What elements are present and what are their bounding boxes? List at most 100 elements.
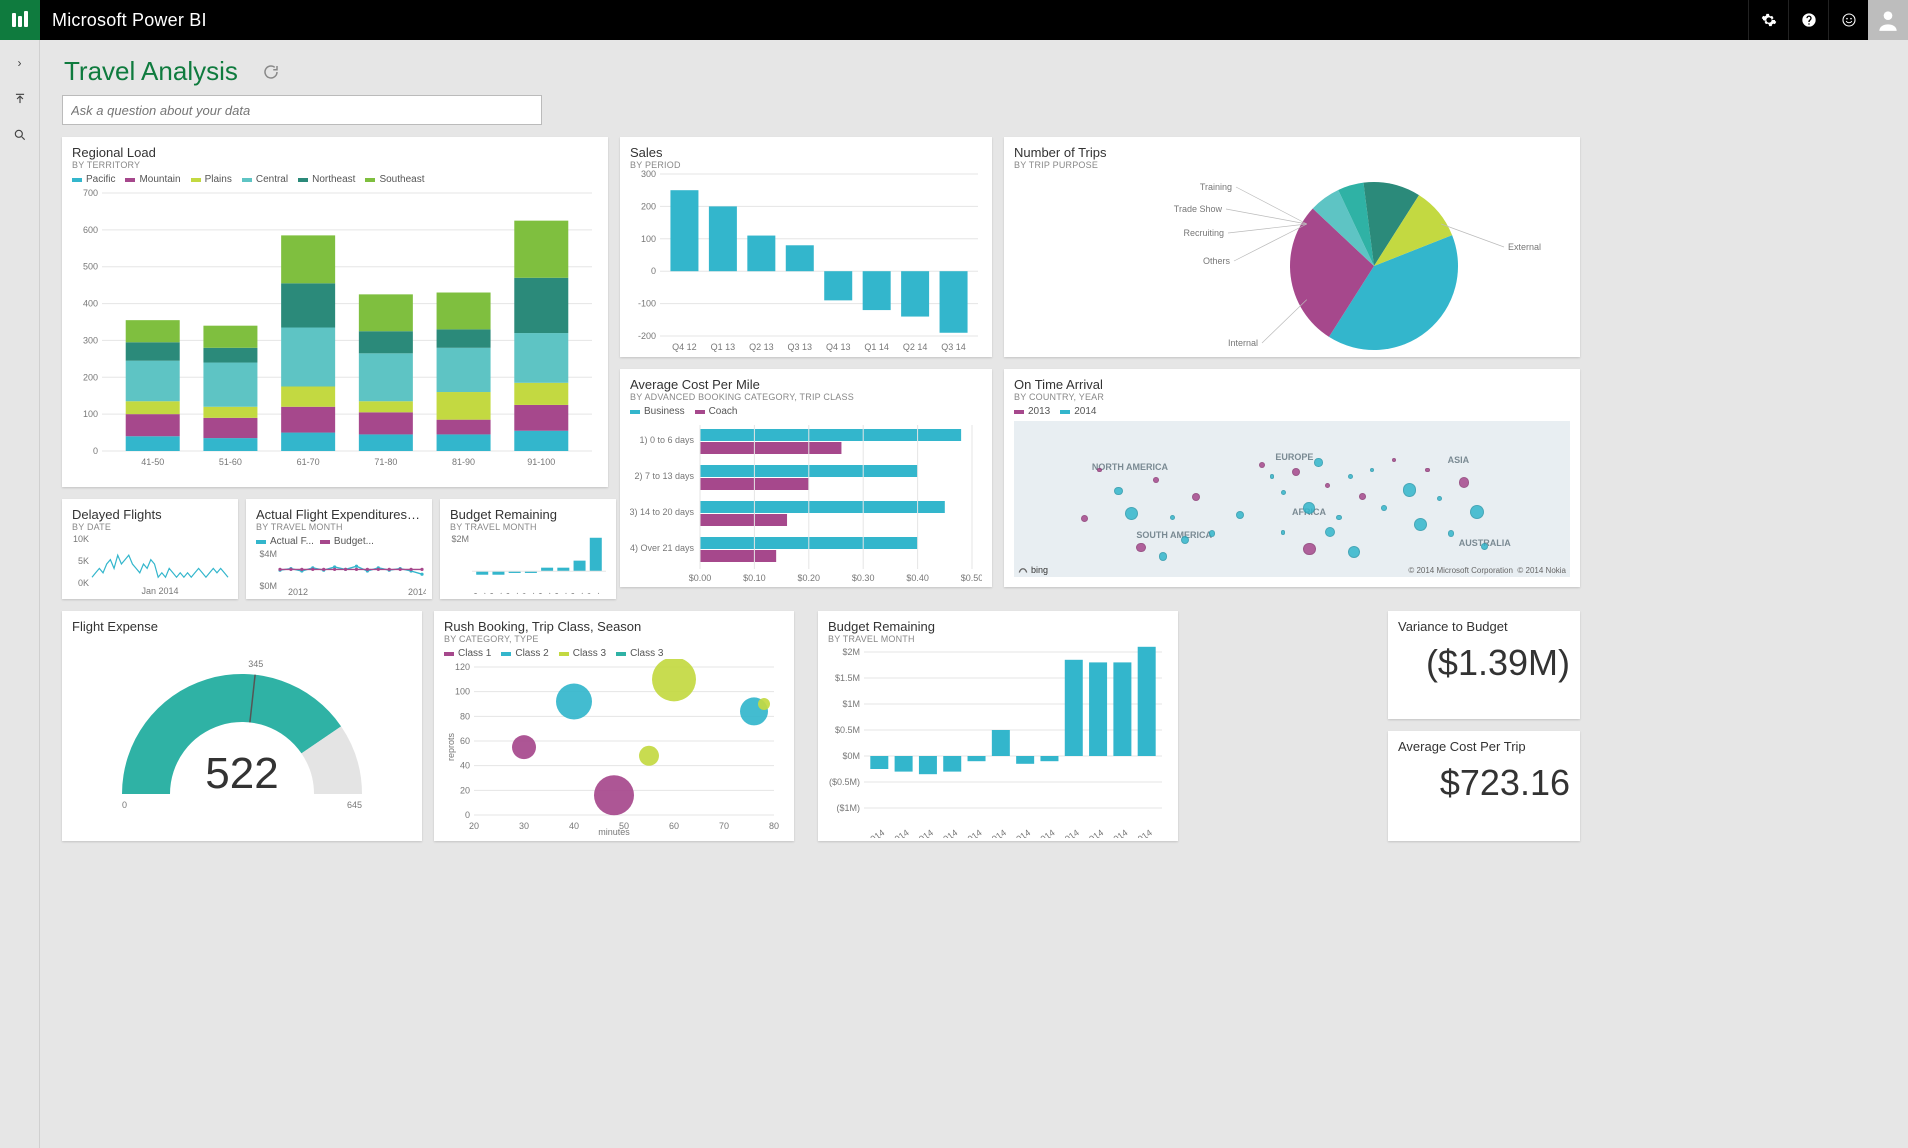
svg-text:60: 60 — [460, 736, 470, 746]
dashboard-canvas: Travel Analysis Regional Load BY TERRITO… — [40, 40, 1908, 1148]
svg-text:reprots: reprots — [446, 732, 456, 761]
tile-sales[interactable]: Sales BY PERIOD -200-1000100200300Q4 12Q… — [620, 137, 992, 357]
chart-regional-load: 010020030040050060070041-5051-6061-7071-… — [72, 187, 598, 469]
svg-text:71-80: 71-80 — [374, 457, 397, 467]
svg-text:100: 100 — [641, 234, 656, 244]
svg-text:60: 60 — [669, 821, 679, 831]
svg-text:$0.30: $0.30 — [852, 573, 875, 583]
tile-title: Regional Load — [72, 145, 598, 160]
svg-text:41-50: 41-50 — [141, 457, 164, 467]
svg-text:700: 700 — [83, 188, 98, 198]
svg-text:300: 300 — [83, 335, 98, 345]
qna-input[interactable] — [62, 95, 542, 125]
refresh-button[interactable] — [262, 63, 280, 81]
svg-text:61-70: 61-70 — [297, 457, 320, 467]
avatar[interactable] — [1868, 0, 1908, 40]
tile-trips[interactable]: Number of Trips BY TRIP PURPOSE Training… — [1004, 137, 1580, 357]
svg-text:91-100: 91-100 — [527, 457, 555, 467]
map-arrival: NORTH AMERICA SOUTH AMERICA EUROPE AFRIC… — [1014, 421, 1570, 577]
feedback-button[interactable] — [1828, 0, 1868, 40]
svg-text:1) 0 to 6 days: 1) 0 to 6 days — [639, 435, 694, 445]
svg-text:$2M: $2M — [451, 534, 469, 544]
svg-text:3) 14 to 20 days: 3) 14 to 20 days — [630, 507, 694, 517]
svg-text:$0.50: $0.50 — [961, 573, 982, 583]
tile-cpt[interactable]: Average Cost Per Trip $723.16 — [1388, 731, 1580, 841]
svg-text:$0.40: $0.40 — [906, 573, 929, 583]
chart-delayed: 10K 5K 0K Jan 2014 — [72, 532, 232, 596]
svg-text:300: 300 — [641, 170, 656, 179]
svg-text:$0M: $0M — [842, 751, 860, 761]
tile-rush[interactable]: Rush Booking, Trip Class, Season BY CATE… — [434, 611, 794, 841]
svg-text:Jan 2014: Jan 2014 — [141, 586, 178, 596]
svg-text:10K: 10K — [73, 534, 89, 544]
svg-text:400: 400 — [83, 299, 98, 309]
tile-delayed[interactable]: Delayed Flights BY DATE 10K5K0KJan 2014 — [62, 499, 238, 599]
chart-budget-big: $2M$1.5M$1M$0.5M$0M($0.5M)($1M)1/1/20142… — [828, 644, 1168, 838]
chart-budget-small: $2M1/1/2...2/1/2...3/1/2...4/1/2...5/1/2… — [450, 532, 610, 594]
svg-text:$0.20: $0.20 — [798, 573, 821, 583]
tile-sub: BY TERRITORY — [72, 160, 598, 170]
svg-text:5K: 5K — [78, 556, 89, 566]
tile-cpm[interactable]: Average Cost Per Mile BY ADVANCED BOOKIN… — [620, 369, 992, 587]
svg-text:645: 645 — [347, 800, 362, 810]
svg-text:40: 40 — [460, 761, 470, 771]
svg-text:Q4 12: Q4 12 — [672, 342, 697, 352]
tile-budget-big[interactable]: Budget Remaining BY TRAVEL MONTH $2M$1.5… — [818, 611, 1178, 841]
map-attrib-bing: bing — [1031, 565, 1048, 575]
svg-text:Q2 13: Q2 13 — [749, 342, 774, 352]
svg-text:522: 522 — [205, 749, 278, 798]
svg-text:-200: -200 — [638, 331, 656, 341]
svg-text:-100: -100 — [638, 299, 656, 309]
svg-text:81-90: 81-90 — [452, 457, 475, 467]
svg-text:$0M: $0M — [259, 581, 277, 591]
svg-text:200: 200 — [83, 372, 98, 382]
svg-text:0: 0 — [651, 266, 656, 276]
tile-expense[interactable]: Flight Expense 3450645522 — [62, 611, 422, 841]
legend: Pacific Mountain Plains Central Northeas… — [72, 174, 598, 185]
svg-text:2014: 2014 — [408, 587, 426, 595]
svg-text:$1M: $1M — [842, 699, 860, 709]
svg-text:0K: 0K — [78, 578, 89, 588]
svg-text:0: 0 — [465, 810, 470, 820]
svg-text:Q3 13: Q3 13 — [788, 342, 813, 352]
svg-text:200: 200 — [641, 201, 656, 211]
svg-text:1/1/2014: 1/1/2014 — [852, 827, 886, 838]
svg-text:40: 40 — [569, 821, 579, 831]
svg-text:Q4 13: Q4 13 — [826, 342, 851, 352]
search-rail-button[interactable] — [11, 126, 29, 144]
help-button[interactable] — [1788, 0, 1828, 40]
svg-text:51-60: 51-60 — [219, 457, 242, 467]
tile-variance[interactable]: Variance to Budget ($1.39M) — [1388, 611, 1580, 719]
top-bar: Microsoft Power BI — [0, 0, 1908, 40]
settings-button[interactable] — [1748, 0, 1788, 40]
chart-cpm: 1) 0 to 6 days 2) 7 to 13 days 3) 14 to 20… — [630, 417, 982, 583]
svg-text:70: 70 — [719, 821, 729, 831]
chart-trips: TrainingTrade ShowRecruitingOthersIntern… — [1014, 170, 1558, 356]
svg-text:100: 100 — [455, 687, 470, 697]
svg-text:Others: Others — [1203, 256, 1231, 266]
svg-text:Trade Show: Trade Show — [1174, 204, 1223, 214]
left-rail: › — [0, 40, 40, 1148]
tile-regional-load[interactable]: Regional Load BY TERRITORY Pacific Mount… — [62, 137, 608, 487]
svg-text:$0.00: $0.00 — [689, 573, 712, 583]
chart-gauge: 3450645522 — [72, 634, 412, 814]
svg-text:minutes: minutes — [598, 827, 630, 835]
chart-actual: $4M$0M20122014 — [256, 547, 426, 595]
svg-text:Q3 14: Q3 14 — [941, 342, 966, 352]
svg-text:External: External — [1508, 242, 1541, 252]
svg-text:Internal: Internal — [1228, 338, 1258, 348]
tile-budget-small[interactable]: Budget Remaining BY TRAVEL MONTH $2M1/1/… — [440, 499, 616, 599]
tile-actual[interactable]: Actual Flight Expenditures, Bu... BY TRA… — [246, 499, 432, 599]
svg-text:4) Over 21 days: 4) Over 21 days — [630, 543, 694, 553]
svg-text:$1.5M: $1.5M — [835, 673, 860, 683]
svg-text:80: 80 — [769, 821, 779, 831]
svg-text:30: 30 — [519, 821, 529, 831]
svg-text:2012: 2012 — [288, 587, 308, 595]
svg-text:2) 7 to 13 days: 2) 7 to 13 days — [634, 471, 694, 481]
svg-text:1/1/2...: 1/1/2... — [459, 586, 487, 594]
tile-arrival[interactable]: On Time Arrival BY COUNTRY, YEAR 2013 20… — [1004, 369, 1580, 587]
upload-button[interactable] — [11, 90, 29, 108]
svg-text:20: 20 — [469, 821, 479, 831]
brand-icon — [0, 0, 40, 40]
expand-rail-button[interactable]: › — [11, 54, 29, 72]
